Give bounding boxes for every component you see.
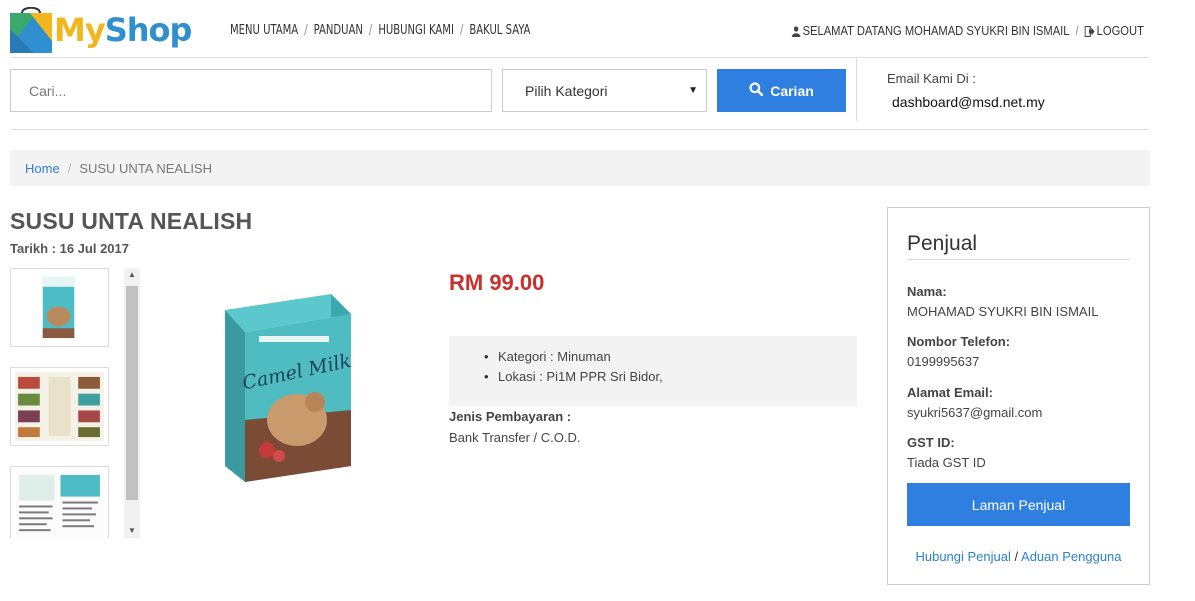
product-title: SUSU UNTA NEALISH bbox=[10, 208, 253, 234]
seller-panel-title: Penjual bbox=[907, 232, 978, 255]
main-nav: MENU UTAMA / PANDUAN / HUBUNGI KAMI / BA… bbox=[230, 23, 530, 38]
search-button-label: Carian bbox=[770, 82, 814, 99]
nav-separator: / bbox=[304, 23, 308, 38]
seller-panel: Penjual Nama: MOHAMAD SYUKRI BIN ISMAIL … bbox=[887, 207, 1150, 585]
nav-separator: / bbox=[459, 23, 464, 38]
category-select-value: Pilih Kategori bbox=[525, 82, 608, 99]
logout-icon bbox=[1084, 25, 1095, 38]
category-select[interactable]: Pilih Kategori ▼ bbox=[502, 69, 707, 112]
dropdown-caret-icon: ▼ bbox=[688, 85, 698, 96]
seller-gst: Tiada GST ID bbox=[907, 455, 986, 470]
thumbnail-3[interactable] bbox=[10, 466, 109, 538]
breadcrumb-current: SUSU UNTA NEALISH bbox=[79, 160, 212, 176]
search-bar: Pilih Kategori ▼ Carian Email Kami Di : … bbox=[10, 58, 1150, 130]
report-user-link[interactable]: Aduan Pengguna bbox=[1021, 549, 1121, 564]
thumbnail-scrollbar[interactable]: ▲ ▼ bbox=[124, 268, 140, 538]
search-icon bbox=[749, 82, 764, 99]
logout-link[interactable]: LOGOUT bbox=[1097, 23, 1144, 38]
seller-gst-label: GST ID: bbox=[907, 435, 955, 450]
user-separator: / bbox=[1075, 23, 1079, 38]
user-menu: SELAMAT DATANG MOHAMAD SYUKRI BIN ISMAIL… bbox=[791, 23, 1144, 38]
seller-email-label: Alamat Email: bbox=[907, 385, 993, 400]
seller-name: MOHAMAD SYUKRI BIN ISMAIL bbox=[907, 304, 1099, 319]
logo-text-my: My bbox=[54, 11, 106, 49]
seller-page-button[interactable]: Laman Penjual bbox=[907, 483, 1130, 526]
seller-email: syukri5637@gmail.com bbox=[907, 405, 1043, 420]
seller-phone: 0199995637 bbox=[907, 354, 980, 369]
breadcrumb: Home / SUSU UNTA NEALISH bbox=[10, 150, 1150, 186]
user-greeting-link[interactable]: SELAMAT DATANG MOHAMAD SYUKRI BIN ISMAIL bbox=[803, 23, 1070, 38]
seller-phone-label: Nombor Telefon: bbox=[907, 334, 1011, 349]
payment-value: Bank Transfer / C.O.D. bbox=[449, 430, 581, 445]
thumbnail-leaflet-image bbox=[15, 471, 104, 538]
thumbnail-infographic-image bbox=[15, 372, 104, 441]
seller-name-label: Nama: bbox=[907, 284, 947, 299]
product-category: Kategori : Minuman bbox=[484, 347, 857, 367]
logo-text-shop: Shop bbox=[104, 11, 193, 49]
product-main-image[interactable]: Camel Milk bbox=[155, 270, 420, 490]
divider bbox=[907, 259, 1130, 260]
logo-bag-icon bbox=[10, 6, 52, 53]
seller-links: Hubungi Penjual / Aduan Pengguna bbox=[888, 549, 1149, 564]
thumbnail-product-box-image bbox=[42, 276, 75, 339]
breadcrumb-home[interactable]: Home bbox=[25, 161, 60, 176]
product-date: Tarikh : 16 Jul 2017 bbox=[10, 241, 129, 256]
contact-email: dashboard@msd.net.my bbox=[892, 94, 1045, 110]
top-header: MyShop MENU UTAMA / PANDUAN / HUBUNGI KA… bbox=[10, 0, 1150, 58]
product-info-box: Kategori : Minuman Lokasi : Pi1M PPR Sri… bbox=[449, 336, 857, 406]
nav-bakul-saya[interactable]: BAKUL SAYA bbox=[469, 23, 530, 38]
search-button[interactable]: Carian bbox=[717, 69, 846, 112]
scroll-down-arrow-icon[interactable]: ▼ bbox=[124, 524, 140, 538]
scrollbar-thumb[interactable] bbox=[126, 286, 138, 500]
scroll-up-arrow-icon[interactable]: ▲ bbox=[124, 268, 140, 282]
nav-hubungi-kami[interactable]: HUBUNGI KAMI bbox=[378, 23, 454, 38]
contact-seller-link[interactable]: Hubungi Penjual bbox=[915, 549, 1010, 564]
thumbnail-1[interactable] bbox=[10, 268, 109, 347]
breadcrumb-separator: / bbox=[67, 160, 72, 176]
myshop-logo[interactable]: MyShop bbox=[10, 6, 192, 54]
seller-links-separator: / bbox=[1014, 549, 1019, 564]
nav-separator: / bbox=[368, 23, 373, 38]
thumbnail-2[interactable] bbox=[10, 367, 109, 446]
product-price: RM 99.00 bbox=[449, 270, 545, 295]
product-location: Lokasi : Pi1M PPR Sri Bidor, bbox=[484, 367, 857, 387]
divider bbox=[856, 58, 857, 121]
search-input[interactable] bbox=[10, 69, 492, 112]
user-icon bbox=[791, 25, 801, 37]
thumbnail-gallery: ▲ ▼ bbox=[10, 268, 140, 538]
nav-menu-utama[interactable]: MENU UTAMA bbox=[230, 23, 298, 38]
nav-panduan[interactable]: PANDUAN bbox=[314, 23, 363, 38]
payment-label: Jenis Pembayaran : bbox=[449, 409, 572, 424]
contact-email-label: Email Kami Di : bbox=[887, 71, 976, 86]
